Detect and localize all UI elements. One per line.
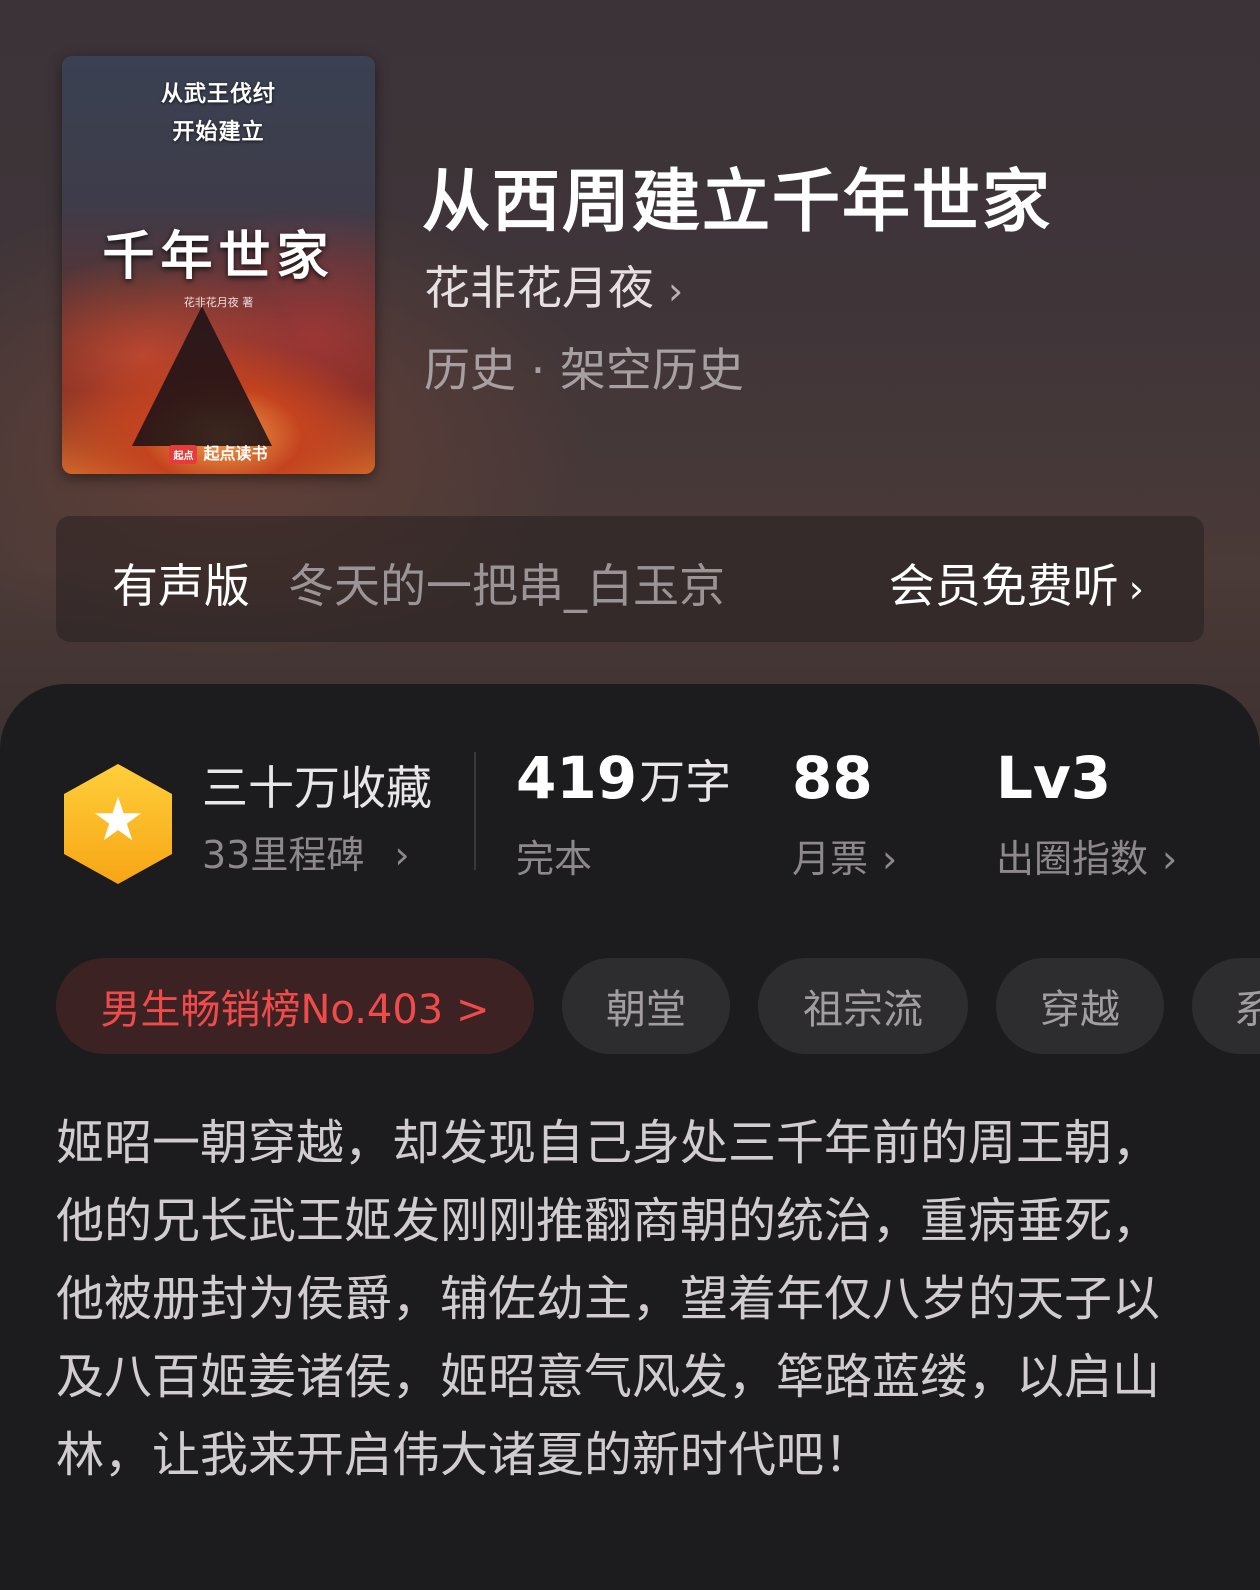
audio-version-bar[interactable]: 有声版 冬天的一把串_白玉京 会员免费听 › (56, 516, 1204, 642)
author-name: 花非花月夜 (424, 261, 654, 315)
milestones-label: 33里程碑 (202, 833, 365, 877)
popularity-index-label: 出圈指数 (996, 837, 1149, 881)
member-free-listen-label: 会员免费听 (888, 559, 1119, 613)
collections-count: 三十万收藏 (202, 761, 432, 815)
audio-label: 有声版 (112, 559, 250, 613)
cover-publisher: 起点 起点读书 (62, 440, 375, 464)
cover-subtitle-1: 从武王伐纣 (160, 81, 276, 107)
publisher-logo: 起点 (169, 445, 198, 464)
chevron-right-icon: › (394, 833, 410, 877)
word-count: 419万字 (516, 744, 731, 812)
word-count-unit: 万字 (639, 755, 732, 809)
bestseller-rank-chip[interactable]: 男生畅销榜No.403 > (56, 958, 534, 1054)
cover-title: 千年世家 (102, 226, 335, 287)
book-status: 完本 (516, 837, 593, 881)
chevron-right-icon: › (1162, 837, 1178, 881)
monthly-tickets-link[interactable]: 月票 › (792, 828, 897, 883)
book-synopsis: 姬昭一朝穿越，却发现自己身处三千年前的周王朝，他的兄长武王姬发刚刚推翻商朝的统治… (56, 1115, 1161, 1483)
chevron-right-icon: › (668, 269, 684, 313)
popularity-index-link[interactable]: 出圈指数 › (996, 828, 1177, 883)
chevron-right-icon: › (1128, 567, 1144, 611)
book-genre: 历史 · 架空历史 (424, 343, 744, 397)
tag-chip[interactable]: 祖宗流 (758, 958, 968, 1054)
popularity-level: Lv3 (996, 744, 1112, 812)
monthly-tickets-label: 月票 (792, 837, 869, 881)
milestones-link[interactable]: 33里程碑 › (202, 824, 410, 879)
audio-narrator: 冬天的一把串_白玉京 (288, 559, 725, 613)
book-cover[interactable]: 从武王伐纣 开始建立 千年世家 花非花月夜 著 起点 起点读书 (62, 56, 375, 474)
tag-chip[interactable]: 穿越 (996, 958, 1164, 1054)
member-free-listen-button[interactable]: 会员免费听 › (889, 550, 1144, 616)
cover-author: 花非花月夜 著 (183, 296, 254, 309)
monthly-tickets-count: 88 (792, 744, 873, 812)
star-icon: ★ (91, 785, 145, 855)
cover-artwork (132, 306, 272, 446)
word-count-value: 419 (516, 744, 638, 812)
book-title: 从西周建立千年世家 (422, 162, 1053, 242)
cover-subtitle-2: 开始建立 (172, 119, 265, 145)
stat-divider (474, 752, 476, 870)
tag-chip[interactable]: 朝堂 (562, 958, 730, 1054)
publisher-name: 起点读书 (203, 444, 268, 463)
chevron-right-icon: › (882, 837, 898, 881)
author-link[interactable]: 花非花月夜 › (424, 252, 683, 318)
